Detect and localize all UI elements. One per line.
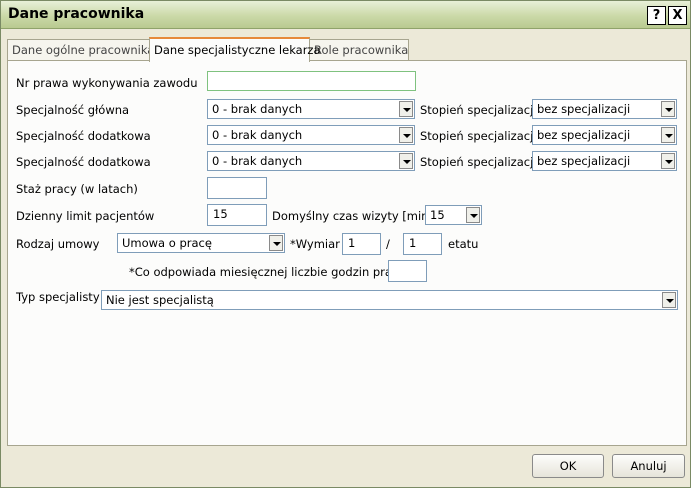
additional-specialty-select-2[interactable]: 0 - brak danych	[207, 151, 415, 171]
visit-time-value: 15	[430, 208, 445, 222]
degree-label-1: Stopień specjalizacji	[420, 103, 537, 117]
additional-specialty-value-1: 0 - brak danych	[212, 128, 303, 142]
chevron-down-icon[interactable]	[661, 153, 675, 169]
hours-input[interactable]	[388, 260, 427, 282]
additional-specialty-label-1: Specjalność dodatkowa	[16, 129, 151, 143]
ok-button[interactable]: OK	[532, 454, 604, 478]
degree-value-1: bez specjalizacji	[537, 102, 631, 116]
chevron-down-icon[interactable]	[399, 153, 413, 169]
chevron-down-icon[interactable]	[661, 101, 675, 117]
contract-select[interactable]: Umowa o pracę	[117, 233, 285, 253]
seniority-input[interactable]	[207, 177, 267, 199]
main-specialty-value: 0 - brak danych	[212, 102, 303, 116]
additional-specialty-label-2: Specjalność dodatkowa	[16, 155, 151, 169]
tab-panel: Nr prawa wykonywania zawodu Specjalność …	[7, 60, 687, 446]
cancel-button[interactable]: Anuluj	[612, 454, 685, 478]
tab-roles[interactable]: Role pracownika	[309, 39, 409, 60]
dialog-window: Dane pracownika ? X Dane ogólne pracowni…	[0, 0, 691, 488]
specialist-type-value: Nie jest specjalistą	[106, 293, 214, 307]
chevron-down-icon[interactable]	[662, 292, 676, 308]
degree-label-3: Stopień specjalizacji	[420, 155, 537, 169]
main-specialty-label: Specjalność główna	[16, 103, 130, 117]
additional-specialty-value-2: 0 - brak danych	[212, 154, 303, 168]
license-input[interactable]	[207, 71, 416, 91]
chevron-down-icon[interactable]	[399, 101, 413, 117]
degree-value-3: bez specjalizacji	[537, 154, 631, 168]
degree-value-2: bez specjalizacji	[537, 128, 631, 142]
main-specialty-select[interactable]: 0 - brak danych	[207, 99, 415, 119]
fte-slash: /	[386, 237, 390, 251]
title-bar[interactable]: Dane pracownika ? X	[1, 1, 690, 29]
fte-label: *Wymiar	[290, 237, 340, 251]
tab-general[interactable]: Dane ogólne pracownika	[7, 39, 154, 60]
license-label: Nr prawa wykonywania zawodu	[16, 76, 198, 90]
contract-label: Rodzaj umowy	[16, 237, 100, 251]
chevron-down-icon[interactable]	[466, 207, 480, 223]
degree-label-2: Stopień specjalizacji	[420, 129, 537, 143]
hours-note: *Co odpowiada miesięcznej liczbie godzin…	[129, 265, 406, 279]
fte-suffix: etatu	[448, 237, 479, 251]
contract-value: Umowa o pracę	[122, 236, 212, 250]
window-title: Dane pracownika	[8, 6, 145, 22]
daily-limit-input[interactable]: 15	[207, 204, 267, 226]
visit-time-select[interactable]: 15	[425, 205, 482, 225]
degree-select-3[interactable]: bez specjalizacji	[532, 151, 677, 171]
help-button[interactable]: ?	[647, 6, 666, 25]
degree-select-1[interactable]: bez specjalizacji	[532, 99, 677, 119]
visit-time-label: Domyślny czas wizyty [min]	[272, 209, 433, 223]
fte-denominator-input[interactable]: 1	[403, 233, 442, 255]
tab-specialist[interactable]: Dane specjalistyczne lekarza	[149, 37, 321, 62]
additional-specialty-select-1[interactable]: 0 - brak danych	[207, 125, 415, 145]
chevron-down-icon[interactable]	[399, 127, 413, 143]
specialist-type-select[interactable]: Nie jest specjalistą	[101, 290, 678, 310]
chevron-down-icon[interactable]	[269, 235, 283, 251]
chevron-down-icon[interactable]	[661, 127, 675, 143]
fte-numerator-input[interactable]: 1	[342, 233, 381, 255]
seniority-label: Staż pracy (w latach)	[16, 182, 138, 196]
close-button[interactable]: X	[668, 6, 687, 25]
degree-select-2[interactable]: bez specjalizacji	[532, 125, 677, 145]
daily-limit-label: Dzienny limit pacjentów	[16, 209, 155, 223]
specialist-type-label: Typ specjalisty	[16, 290, 100, 304]
